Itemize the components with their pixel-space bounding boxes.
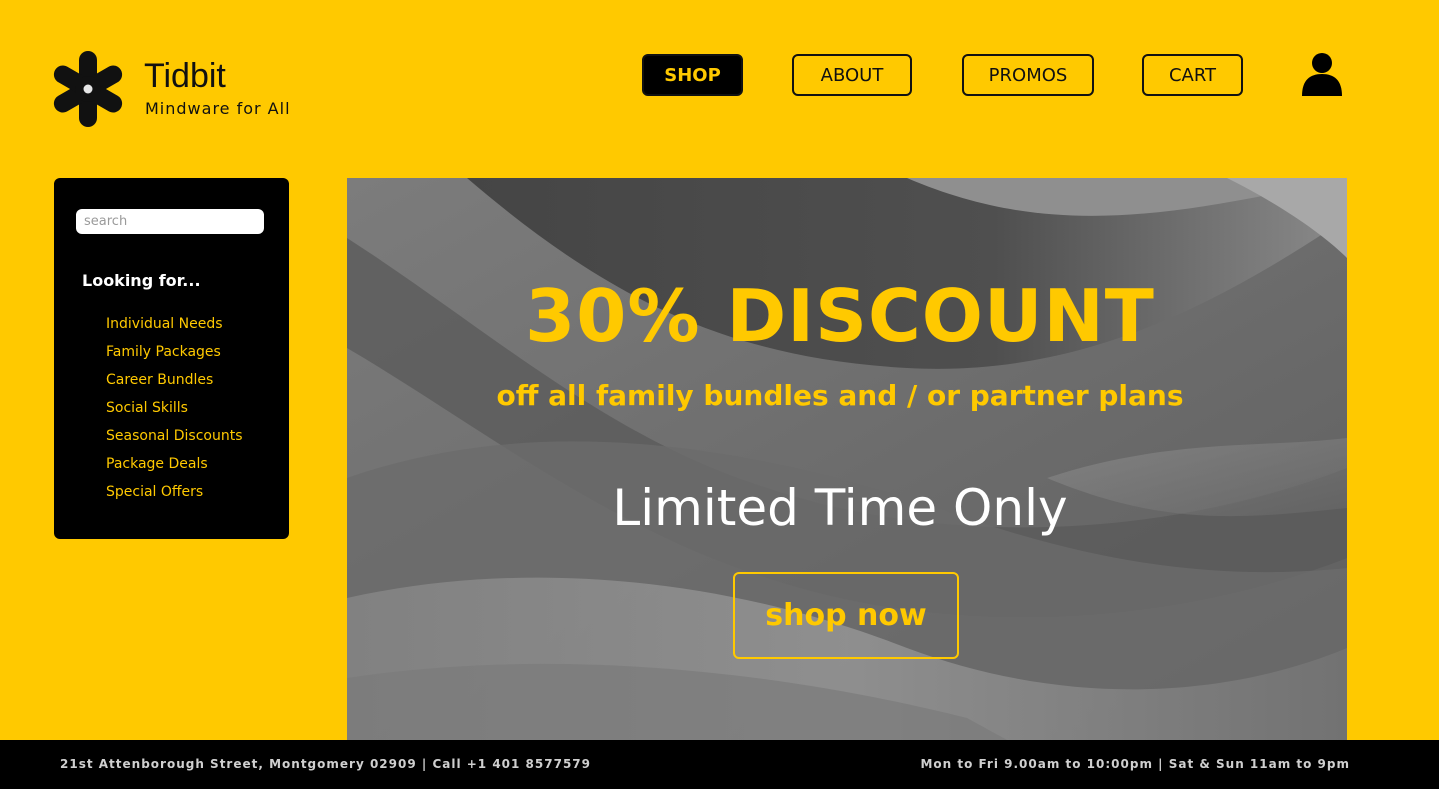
site-footer: 21st Attenborough Street, Montgomery 029…	[0, 740, 1439, 789]
brand-name[interactable]: Tidbit	[144, 56, 226, 96]
limited-time-text: Limited Time Only	[612, 479, 1068, 537]
user-icon[interactable]	[1300, 52, 1344, 98]
sidebar-item-career-bundles[interactable]: Career Bundles	[106, 370, 243, 398]
sidebar-heading: Looking for...	[82, 271, 201, 290]
nav-cart-button[interactable]: CART	[1142, 54, 1243, 96]
asterisk-flower-icon[interactable]	[48, 47, 128, 131]
sidebar-item-individual-needs[interactable]: Individual Needs	[106, 314, 243, 342]
footer-hours: Mon to Fri 9.00am to 10:00pm | Sat & Sun…	[920, 757, 1350, 771]
footer-address: 21st Attenborough Street, Montgomery 029…	[60, 757, 592, 771]
promo-banner: 30% DISCOUNT off all family bundles and …	[347, 178, 1347, 740]
search-input[interactable]	[76, 209, 264, 234]
sidebar: Looking for... Individual Needs Family P…	[54, 178, 289, 539]
sidebar-item-package-deals[interactable]: Package Deals	[106, 454, 243, 482]
nav-about-button[interactable]: ABOUT	[792, 54, 912, 96]
sidebar-item-seasonal-discounts[interactable]: Seasonal Discounts	[106, 426, 243, 454]
sidebar-item-special-offers[interactable]: Special Offers	[106, 482, 243, 510]
nav-shop-button[interactable]: SHOP	[642, 54, 743, 96]
brand-tagline: Mindware for All	[145, 99, 291, 118]
sidebar-item-family-packages[interactable]: Family Packages	[106, 342, 243, 370]
sidebar-category-list: Individual Needs Family Packages Career …	[106, 314, 243, 510]
shop-now-button[interactable]: shop now	[733, 572, 959, 659]
discount-title: 30% DISCOUNT	[525, 274, 1155, 358]
sidebar-item-social-skills[interactable]: Social Skills	[106, 398, 243, 426]
nav-promos-button[interactable]: PROMOS	[962, 54, 1094, 96]
discount-subtitle: off all family bundles and / or partner …	[496, 379, 1184, 412]
